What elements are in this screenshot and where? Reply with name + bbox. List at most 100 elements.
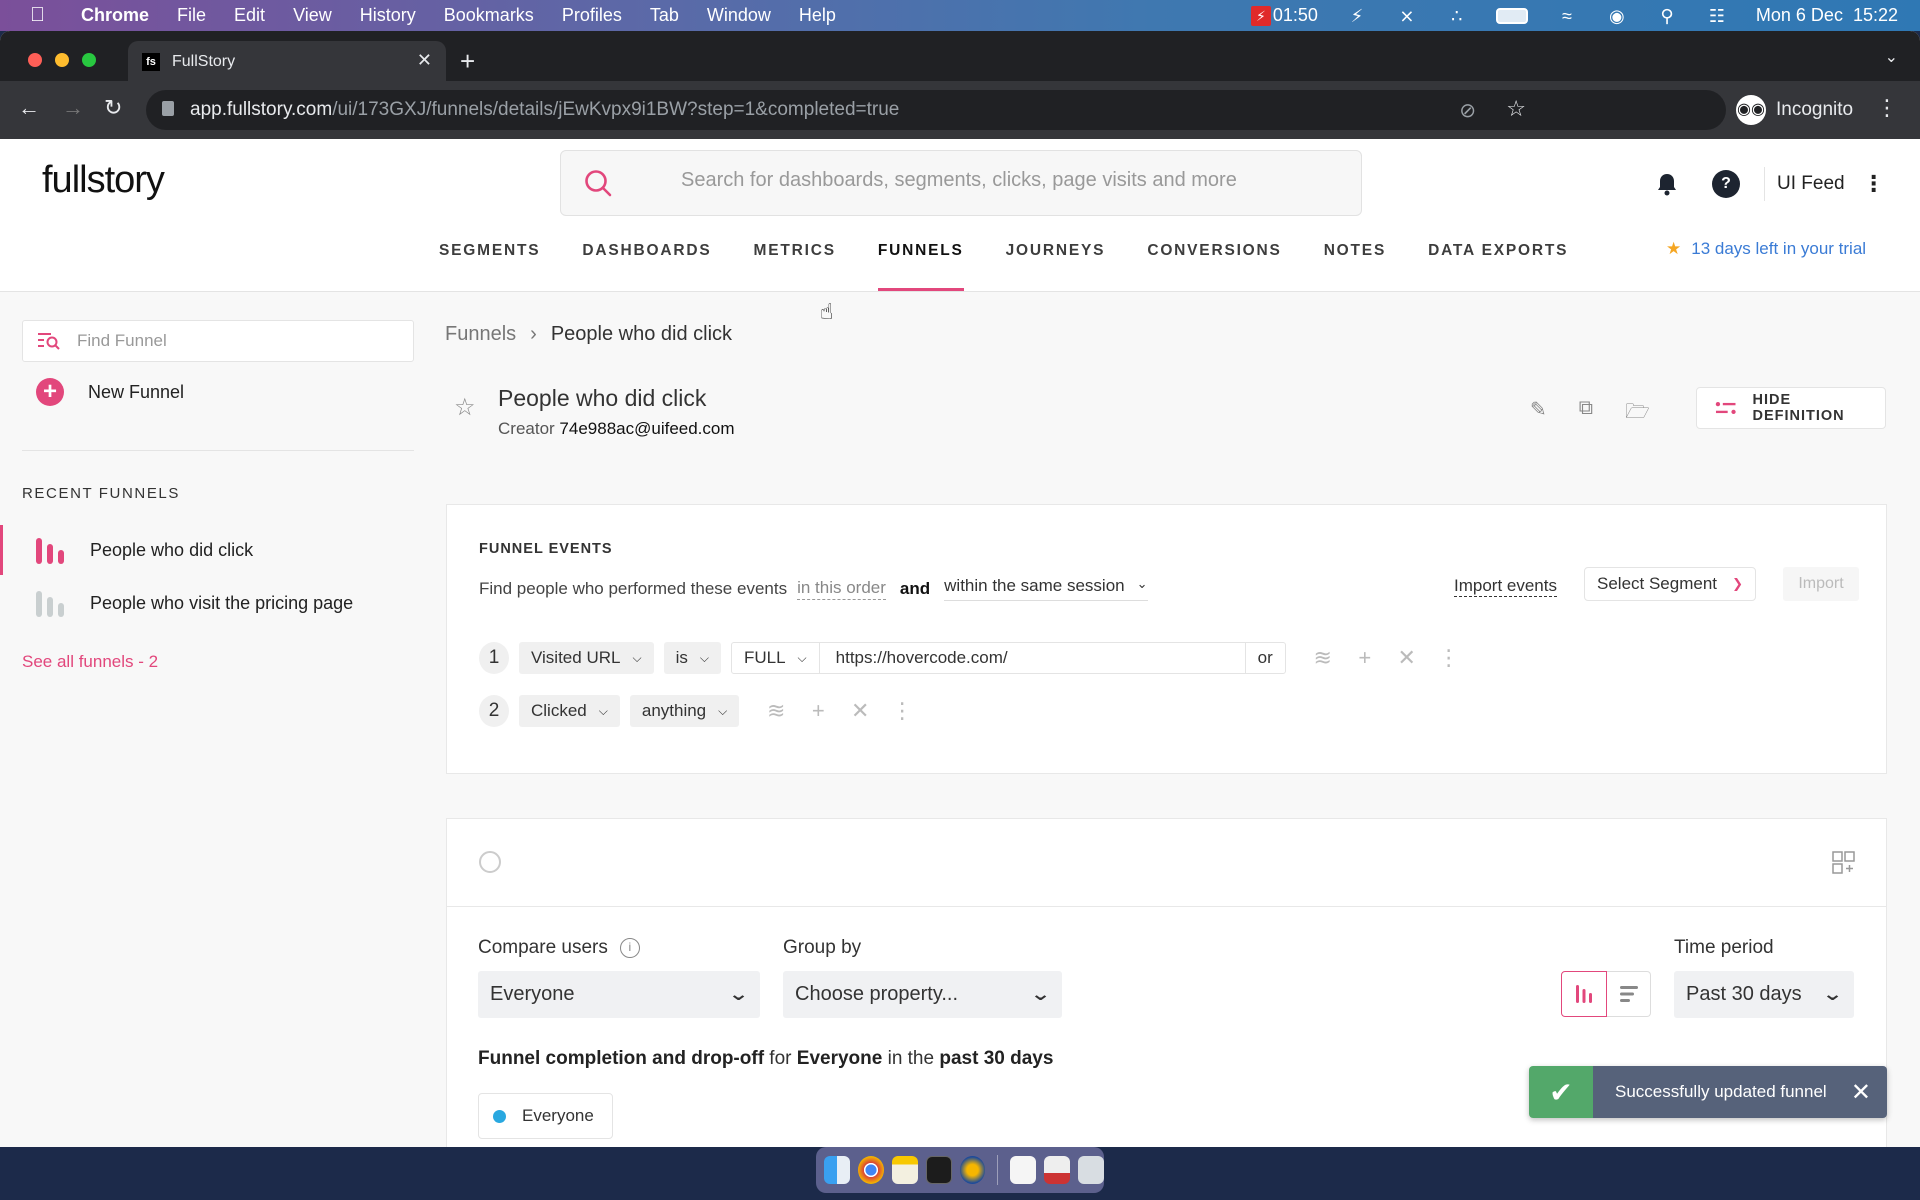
bookmark-star-icon[interactable]: ☆	[1506, 96, 1526, 122]
menu-edit[interactable]: Edit	[220, 5, 279, 26]
user-icon[interactable]: ◉	[1606, 7, 1628, 25]
notes-icon[interactable]	[891, 1156, 918, 1184]
nav-dashboards[interactable]: DASHBOARDS	[561, 239, 732, 291]
add-step-icon[interactable]: +	[805, 698, 831, 724]
favorite-star-icon[interactable]: ☆	[454, 393, 476, 422]
keyboard-brightness-icon[interactable]: ∴	[1446, 7, 1468, 25]
fullstory-logo[interactable]: fullstory	[42, 159, 165, 202]
url-value-input[interactable]: https://hovercode.com/	[820, 643, 1246, 673]
incognito-profile-button[interactable]: ◉◉ Incognito	[1736, 90, 1853, 130]
hide-definition-button[interactable]: HIDE DEFINITION	[1696, 387, 1886, 429]
url-text[interactable]: app.fullstory.com/ui/173GXJ/funnels/deta…	[190, 99, 899, 121]
forward-button[interactable]: →	[62, 95, 84, 121]
step-more-icon[interactable]: ⋮	[1436, 645, 1462, 671]
remove-step-icon[interactable]: ✕	[1394, 645, 1420, 671]
operator-dropdown[interactable]: is ⌵	[663, 642, 721, 674]
spotlight-icon[interactable]: ⚲	[1656, 7, 1678, 25]
apple-menu-icon[interactable]: 	[0, 4, 67, 27]
recording-indicator[interactable]: ⚡ 01:50	[1250, 5, 1318, 26]
notifications-bell-icon[interactable]	[1654, 171, 1680, 197]
menu-history[interactable]: History	[346, 5, 430, 26]
nav-conversions[interactable]: CONVERSIONS	[1126, 239, 1302, 291]
new-tab-button[interactable]: +	[460, 48, 475, 74]
menu-file[interactable]: File	[163, 5, 220, 26]
list-view-button[interactable]	[1607, 971, 1651, 1017]
lightning-icon[interactable]: ⚡	[1346, 7, 1368, 25]
select-segment-dropdown[interactable]: Select Segment ❯	[1584, 567, 1756, 601]
recent-funnel-item[interactable]: People who visit the pricing page	[0, 578, 436, 628]
nav-journeys[interactable]: JOURNEYS	[985, 239, 1127, 291]
nav-metrics[interactable]: METRICS	[732, 239, 856, 291]
event-type-dropdown[interactable]: Visited URL ⌵	[519, 642, 654, 674]
address-bar[interactable]: app.fullstory.com/ui/173GXJ/funnels/deta…	[146, 90, 1726, 130]
finder-icon[interactable]	[824, 1156, 850, 1184]
legend-item[interactable]: Everyone	[478, 1093, 613, 1139]
refine-filter-icon[interactable]: ≋	[1310, 645, 1336, 671]
menu-help[interactable]: Help	[785, 5, 850, 26]
trash-icon[interactable]	[1078, 1156, 1105, 1184]
operator-dropdown[interactable]: anything ⌵	[629, 695, 740, 727]
global-search[interactable]	[560, 150, 1362, 216]
import-button[interactable]: Import	[1783, 567, 1859, 601]
add-step-icon[interactable]: +	[1352, 645, 1378, 671]
battery-icon[interactable]	[1495, 7, 1528, 24]
clock[interactable]: Mon 6 Dec 15:22	[1756, 5, 1898, 26]
menu-app-name[interactable]: Chrome	[67, 5, 163, 26]
document-icon[interactable]	[1010, 1156, 1037, 1184]
close-toast-icon[interactable]: ✕	[1851, 1078, 1871, 1107]
archive-folder-icon[interactable]: 🗁	[1625, 397, 1650, 431]
terminal-icon[interactable]	[925, 1156, 952, 1184]
screenshot-icon[interactable]	[1044, 1156, 1071, 1184]
browser-menu-icon[interactable]: ⋮	[1876, 95, 1898, 121]
event-type-dropdown[interactable]: Clicked ⌵	[519, 695, 620, 727]
recent-funnel-item[interactable]: People who did click	[0, 525, 436, 575]
wifi-icon[interactable]: ≈	[1556, 7, 1578, 25]
back-button[interactable]: ←	[18, 95, 40, 121]
find-funnel-field[interactable]	[22, 320, 414, 362]
nav-data-exports[interactable]: DATA EXPORTS	[1407, 239, 1589, 291]
nav-funnels[interactable]: FUNNELS	[857, 239, 985, 291]
group-by-dropdown[interactable]: Choose property... ⌄	[783, 971, 1062, 1018]
refine-filter-icon[interactable]: ≋	[763, 698, 789, 724]
close-window-button[interactable]	[28, 53, 42, 67]
nav-segments[interactable]: SEGMENTS	[418, 239, 561, 291]
reload-button[interactable]: ↻	[104, 95, 122, 121]
chrome-icon[interactable]	[857, 1156, 884, 1184]
browser-tab[interactable]: fs FullStory ✕	[128, 41, 446, 81]
info-icon[interactable]: i	[619, 938, 640, 958]
find-funnel-input[interactable]	[77, 331, 397, 351]
minimize-window-button[interactable]	[55, 53, 69, 67]
account-menu-icon[interactable]: ⋮	[1863, 171, 1885, 197]
help-icon[interactable]: ?	[1712, 170, 1740, 198]
clock-icon[interactable]	[479, 851, 501, 873]
control-center-icon[interactable]: ☷	[1706, 7, 1728, 25]
menu-profiles[interactable]: Profiles	[548, 5, 636, 26]
duplicate-icon[interactable]: ⧉	[1579, 397, 1593, 431]
search-input[interactable]	[681, 169, 1321, 192]
close-tab-icon[interactable]: ✕	[417, 50, 432, 71]
account-name[interactable]: UI Feed	[1777, 173, 1845, 195]
bar-chart-view-button[interactable]	[1561, 971, 1607, 1017]
menu-tab[interactable]: Tab	[636, 5, 693, 26]
bluetooth-off-icon[interactable]: ⨯	[1396, 7, 1418, 25]
step-more-icon[interactable]: ⋮	[889, 698, 915, 724]
match-type-dropdown[interactable]: FULL ⌵	[732, 643, 820, 673]
order-toggle[interactable]: in this order	[797, 578, 886, 600]
remove-step-icon[interactable]: ✕	[847, 698, 873, 724]
tab-search-chevron-icon[interactable]: ⌄	[1885, 47, 1898, 67]
compare-users-dropdown[interactable]: Everyone ⌄	[478, 971, 760, 1018]
new-funnel-button[interactable]: + New Funnel	[36, 378, 184, 406]
edit-pencil-icon[interactable]: ✎	[1530, 397, 1547, 431]
tracking-blocked-eye-icon[interactable]: ⊘	[1459, 98, 1476, 123]
menu-window[interactable]: Window	[693, 5, 785, 26]
maximize-window-button[interactable]	[82, 53, 96, 67]
menu-bookmarks[interactable]: Bookmarks	[430, 5, 548, 26]
session-dropdown[interactable]: within the same session ⌄	[944, 576, 1148, 601]
import-events-link[interactable]: Import events	[1454, 576, 1557, 597]
menu-view[interactable]: View	[279, 5, 346, 26]
lightning-app-icon[interactable]	[959, 1156, 986, 1184]
see-all-funnels-link[interactable]: See all funnels - 2	[22, 652, 158, 672]
breadcrumb-funnels-link[interactable]: Funnels	[445, 323, 516, 346]
time-period-dropdown[interactable]: Past 30 days ⌄	[1674, 971, 1854, 1018]
trial-notice[interactable]: ★ 13 days left in your trial	[1666, 239, 1866, 259]
